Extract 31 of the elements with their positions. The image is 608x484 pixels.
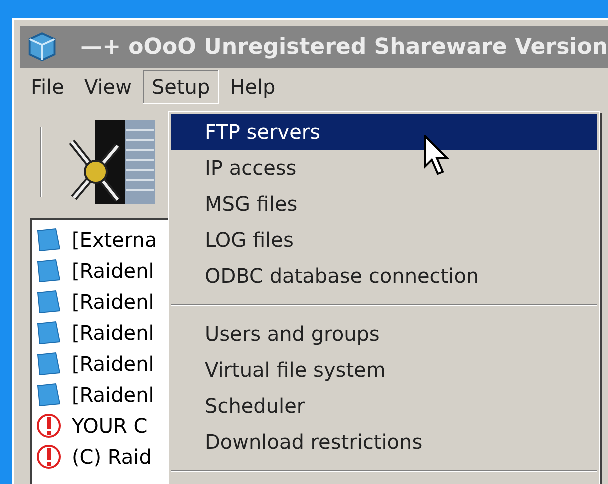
menu-item[interactable]: File [22, 70, 74, 104]
menu-option[interactable]: ODBC database connection [171, 258, 597, 294]
menu-option[interactable]: Download restrictions [171, 424, 597, 460]
list-item-text[interactable]: [Externa [72, 224, 158, 254]
list-item-text[interactable]: [Raidenl [72, 380, 154, 410]
list-item-text[interactable]: [Raidenl [72, 348, 154, 378]
warning-icon [36, 444, 62, 470]
folder-icon [36, 288, 62, 314]
menu-item[interactable]: View [75, 70, 141, 104]
folder-icon [36, 350, 62, 376]
folder-icon [36, 382, 62, 408]
list-item-text[interactable]: (C) Raid [72, 442, 152, 472]
menu-option[interactable]: Scheduler [171, 388, 597, 424]
menu-item[interactable]: Help [221, 70, 285, 104]
mouse-pointer-icon [424, 135, 450, 177]
warning-icon [36, 412, 62, 438]
list-item-text[interactable]: [Raidenl [72, 318, 154, 348]
menu-option[interactable]: Users and groups [171, 316, 597, 352]
list-item-text[interactable]: YOUR C [72, 410, 148, 440]
window-title: —+ oOoO Unregistered Shareware Version [80, 34, 608, 62]
list-item-text[interactable]: [Raidenl [72, 256, 154, 286]
folder-icon [36, 226, 62, 252]
menu-option[interactable]: LOG files [171, 222, 597, 258]
menu-option[interactable]: IP access [171, 150, 597, 186]
menu-option[interactable]: MSG files [171, 186, 597, 222]
menu-option[interactable]: Virtual file system [171, 352, 597, 388]
folder-icon [36, 258, 62, 284]
menu-item[interactable]: Setup [142, 70, 220, 104]
menu-option[interactable]: FTP servers [171, 114, 597, 150]
list-item-text[interactable]: [Raidenl [72, 286, 154, 316]
folder-icon [36, 320, 62, 346]
